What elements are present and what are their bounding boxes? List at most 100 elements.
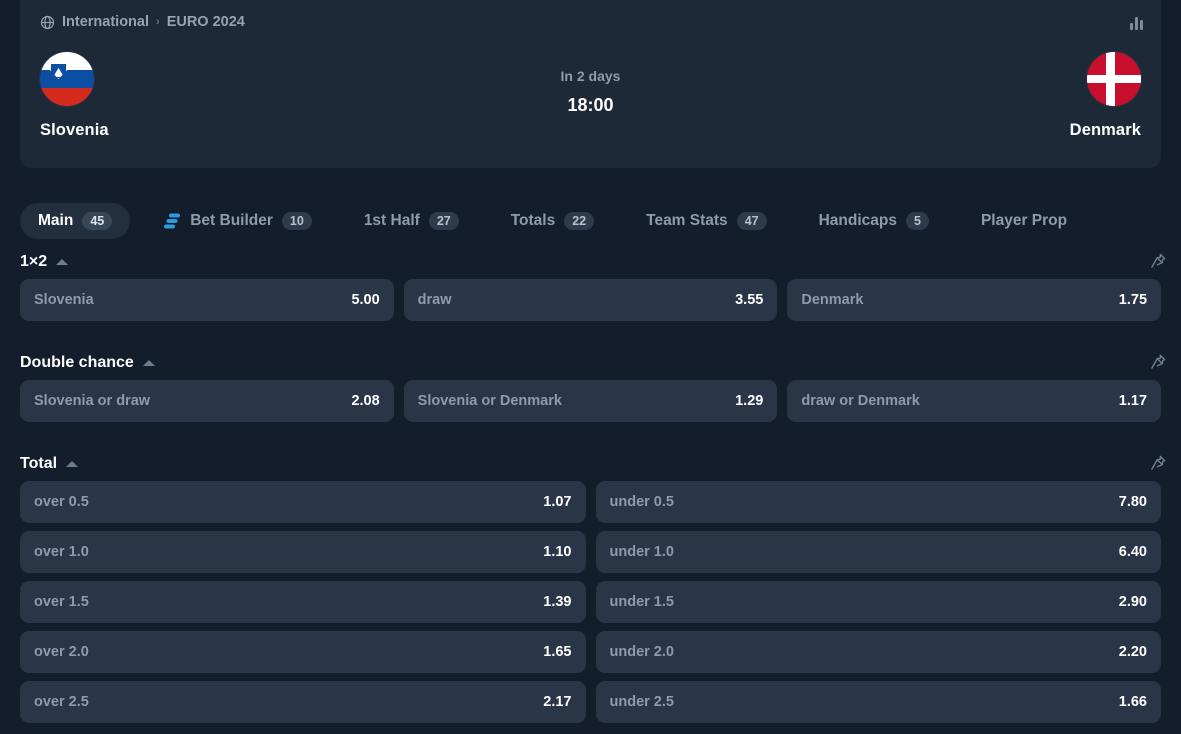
market-section: Double chance Slovenia or draw 2.08 Sloveni… bbox=[0, 346, 1181, 422]
tab-count-badge: 10 bbox=[281, 212, 312, 230]
market-title: 1×2 bbox=[20, 253, 48, 270]
tab-count-badge: 22 bbox=[564, 212, 595, 230]
odds-row: over 1.0 1.10 under 1.0 6.40 bbox=[0, 531, 1181, 573]
odds-value: 2.17 bbox=[543, 694, 572, 710]
caret-up-icon[interactable] bbox=[56, 259, 69, 265]
odds-button[interactable]: draw or Denmark 1.17 bbox=[787, 380, 1162, 422]
market-title: Total bbox=[20, 455, 58, 472]
odds-row: over 2.5 2.17 under 2.5 1.66 bbox=[0, 681, 1181, 723]
odds-value: 1.17 bbox=[1118, 393, 1148, 409]
tab-team-stats[interactable]: Team Stats 47 bbox=[628, 203, 784, 239]
odds-label: Slovenia or draw bbox=[34, 393, 151, 409]
odds-value: 1.29 bbox=[735, 393, 764, 409]
odds-label: over 2.5 bbox=[34, 694, 89, 710]
odds-label: under 1.5 bbox=[609, 594, 674, 610]
odds-value: 1.10 bbox=[543, 544, 572, 560]
tab-count-badge: 45 bbox=[82, 212, 113, 230]
tab-label: Team Stats bbox=[646, 212, 728, 229]
odds-row: over 2.0 1.65 under 2.0 2.20 bbox=[0, 631, 1181, 673]
odds-value: 1.39 bbox=[543, 594, 572, 610]
odds-label: under 2.5 bbox=[609, 694, 674, 710]
odds-label: Slovenia or Denmark bbox=[417, 393, 562, 409]
bet-builder-icon bbox=[164, 213, 181, 229]
odds-value: 1.66 bbox=[1118, 694, 1147, 710]
odds-button[interactable]: Slovenia 5.00 bbox=[20, 279, 394, 321]
odds-label: Slovenia bbox=[34, 292, 94, 308]
bar-3 bbox=[1140, 20, 1143, 30]
market-header: 1×2 bbox=[0, 245, 1181, 279]
odds-value: 2.90 bbox=[1118, 594, 1147, 610]
breadcrumb[interactable]: International › EURO 2024 bbox=[40, 14, 245, 30]
odds-button[interactable]: Slovenia or draw 2.08 bbox=[20, 380, 394, 422]
tab-bet-builder[interactable]: Bet Builder 10 bbox=[146, 203, 330, 239]
odds-value: 7.80 bbox=[1118, 494, 1147, 510]
breadcrumb-competition[interactable]: EURO 2024 bbox=[167, 14, 245, 30]
odds-button[interactable]: over 0.5 1.07 bbox=[20, 481, 586, 523]
tab-label: Main bbox=[38, 212, 74, 229]
match-page: International › EURO 2024 Slovenia Denma… bbox=[0, 0, 1181, 734]
market-header: Double chance bbox=[0, 346, 1181, 380]
odds-value: 1.75 bbox=[1118, 292, 1148, 308]
odds-button[interactable]: over 2.0 1.65 bbox=[20, 631, 586, 673]
odds-button[interactable]: under 0.5 7.80 bbox=[595, 481, 1161, 523]
tab-count-badge: 27 bbox=[428, 212, 459, 230]
tab-label: Bet Builder bbox=[190, 212, 273, 229]
odds-row: Slovenia or draw 2.08 Slovenia or Denmark 1… bbox=[0, 380, 1181, 422]
odds-row: Slovenia 5.00 draw 3.55 Denmark 1.75 bbox=[0, 279, 1181, 321]
tab-label: Player Prop bbox=[980, 212, 1068, 229]
odds-button[interactable]: under 2.5 1.66 bbox=[595, 681, 1161, 723]
odds-button[interactable]: under 2.0 2.20 bbox=[595, 631, 1161, 673]
breadcrumb-category[interactable]: International bbox=[62, 14, 149, 30]
odds-label: over 2.0 bbox=[34, 644, 89, 660]
odds-value: 3.55 bbox=[735, 292, 764, 308]
odds-value: 1.65 bbox=[543, 644, 572, 660]
odds-button[interactable]: under 1.5 2.90 bbox=[595, 581, 1161, 623]
bar-2 bbox=[1135, 17, 1138, 30]
tab-count-badge: 47 bbox=[736, 212, 767, 230]
bar-chart-icon[interactable] bbox=[1130, 16, 1143, 30]
caret-up-icon[interactable] bbox=[66, 461, 79, 467]
odds-value: 6.40 bbox=[1118, 544, 1147, 560]
odds-button[interactable]: draw 3.55 bbox=[403, 279, 778, 321]
market-title: Double chance bbox=[20, 354, 134, 371]
tab-handicaps[interactable]: Handicaps 5 bbox=[801, 203, 947, 239]
caret-up-icon[interactable] bbox=[142, 360, 155, 366]
odds-button[interactable]: Denmark 1.75 bbox=[787, 279, 1162, 321]
odds-button[interactable]: Slovenia or Denmark 1.29 bbox=[403, 380, 778, 422]
tab-player-prop[interactable]: Player Prop bbox=[963, 203, 1085, 239]
tab-1st-half[interactable]: 1st Half 27 bbox=[346, 203, 477, 239]
tab-label: Handicaps bbox=[818, 212, 897, 229]
odds-label: under 1.0 bbox=[609, 544, 674, 560]
odds-button[interactable]: over 1.0 1.10 bbox=[20, 531, 586, 573]
odds-value: 5.00 bbox=[351, 292, 380, 308]
market-section: Total over 0.5 1.07 under 0.5 7.80 over 1.0 1.… bbox=[0, 447, 1181, 723]
tab-main[interactable]: Main 45 bbox=[20, 203, 131, 239]
odds-value: 2.08 bbox=[351, 393, 380, 409]
breadcrumb-separator: › bbox=[156, 16, 160, 28]
market-section: 1×2 Slovenia 5.00 draw 3.55 Denmark 1.75 bbox=[0, 245, 1181, 321]
odds-label: under 0.5 bbox=[609, 494, 674, 510]
odds-label: under 2.0 bbox=[609, 644, 674, 660]
odds-value: 2.20 bbox=[1118, 644, 1147, 660]
away-team-name: Denmark bbox=[1069, 121, 1141, 139]
odds-row: over 0.5 1.07 under 0.5 7.80 bbox=[0, 481, 1181, 523]
market-header: Total bbox=[0, 447, 1181, 481]
tab-totals[interactable]: Totals 22 bbox=[493, 203, 612, 239]
odds-value: 1.07 bbox=[543, 494, 572, 510]
match-header-card: International › EURO 2024 Slovenia Denma… bbox=[20, 0, 1161, 168]
odds-button[interactable]: over 2.5 2.17 bbox=[20, 681, 586, 723]
tab-label: Totals bbox=[510, 212, 556, 229]
odds-button[interactable]: over 1.5 1.39 bbox=[20, 581, 586, 623]
odds-label: over 1.0 bbox=[34, 544, 89, 560]
odds-label: draw or Denmark bbox=[801, 393, 920, 409]
match-countdown: In 2 days bbox=[560, 68, 621, 84]
odds-button[interactable]: under 1.0 6.40 bbox=[595, 531, 1161, 573]
tab-label: 1st Half bbox=[363, 212, 420, 229]
odds-label: over 1.5 bbox=[34, 594, 89, 610]
globe-icon bbox=[40, 15, 55, 30]
market-tabs[interactable]: Main 45 Bet Builder 10 1st Half 27 Totals 22 Tea… bbox=[0, 198, 1181, 244]
match-time-block: In 2 days 18:00 bbox=[20, 68, 1161, 116]
bar-1 bbox=[1130, 23, 1133, 30]
match-kickoff-time: 18:00 bbox=[567, 95, 614, 115]
tab-count-badge: 5 bbox=[905, 212, 929, 230]
